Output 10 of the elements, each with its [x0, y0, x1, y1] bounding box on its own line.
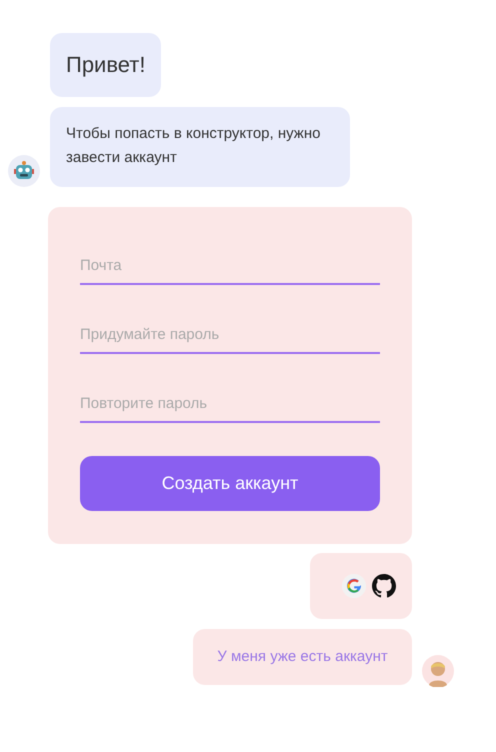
- input-field[interactable]: Почта: [80, 237, 380, 285]
- input-field[interactable]: Повторите пароль: [80, 375, 380, 423]
- github-icon[interactable]: [372, 574, 396, 598]
- message-bubble: Привет!: [50, 33, 162, 97]
- message-bubble: Чтобы попасть в конструктор, нужно завести аккаунт: [50, 107, 350, 187]
- robot-avatar-icon: [8, 155, 40, 187]
- input-field[interactable]: Придумайте пароль: [80, 306, 380, 354]
- login-link[interactable]: У меня уже есть аккаунт: [193, 629, 412, 685]
- user-avatar-icon: [422, 655, 454, 687]
- create-account-button[interactable]: Создать аккаунт: [80, 456, 380, 511]
